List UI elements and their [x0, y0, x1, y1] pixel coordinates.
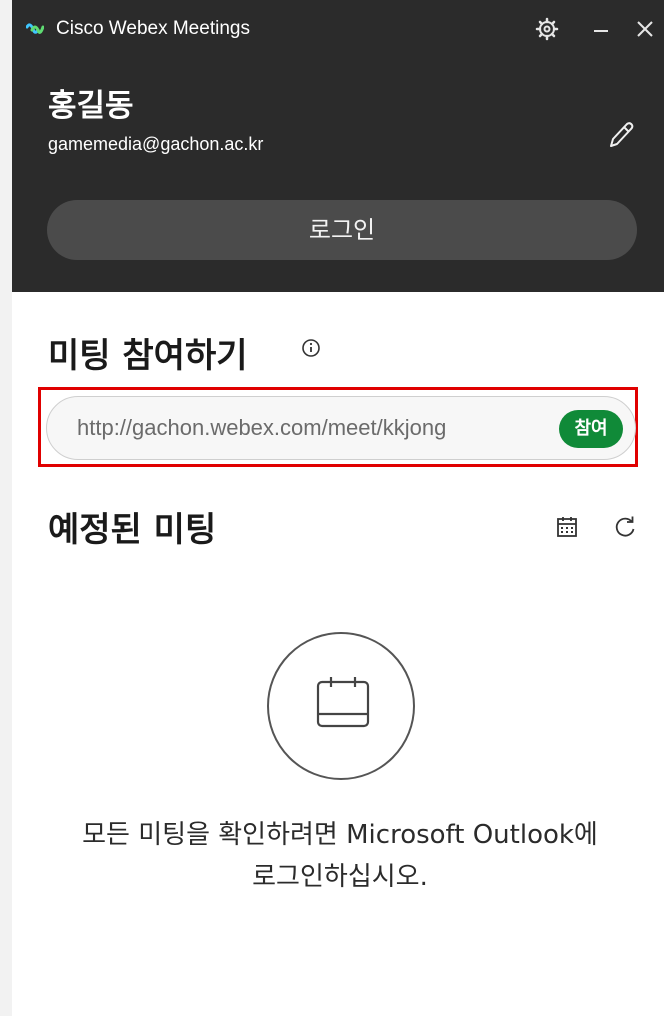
empty-state-illustration	[267, 632, 415, 780]
profile-panel: Cisco Webex Meetings 홍길동 gamemedia@gacho…	[12, 0, 664, 292]
meeting-url-input[interactable]: http://gachon.webex.com/meet/kkjong 참여	[46, 396, 636, 460]
close-icon[interactable]	[630, 14, 660, 44]
meeting-url-value: http://gachon.webex.com/meet/kkjong	[77, 415, 447, 440]
window-left-edge	[0, 0, 12, 1016]
login-button[interactable]: 로그인	[47, 200, 637, 260]
empty-state-line: 모든 미팅을 확인하려면 Microsoft Outlook에	[82, 820, 598, 850]
empty-state-line: 로그인하십시오.	[252, 862, 428, 892]
join-button[interactable]: 참여	[559, 410, 623, 448]
minimize-icon[interactable]	[586, 14, 616, 44]
user-email: gamemedia@gachon.ac.kr	[48, 134, 264, 154]
title-bar: Cisco Webex Meetings	[12, 0, 664, 60]
calendar-icon[interactable]	[554, 514, 580, 540]
refresh-icon[interactable]	[612, 514, 638, 540]
app-title: Cisco Webex Meetings	[56, 18, 250, 39]
webex-logo-icon	[25, 22, 45, 36]
pencil-icon[interactable]	[604, 118, 636, 152]
info-icon[interactable]	[300, 337, 322, 359]
gear-icon[interactable]	[532, 14, 562, 44]
scheduled-meetings-title: 예정된 미팅	[48, 510, 217, 550]
join-meeting-title: 미팅 참여하기	[48, 336, 248, 376]
empty-state-message: 모든 미팅을 확인하려면 Microsoft Outlook에 로그인하십시오.	[20, 814, 660, 898]
calendar-icon	[316, 677, 370, 728]
user-name: 홍길동	[48, 88, 134, 124]
